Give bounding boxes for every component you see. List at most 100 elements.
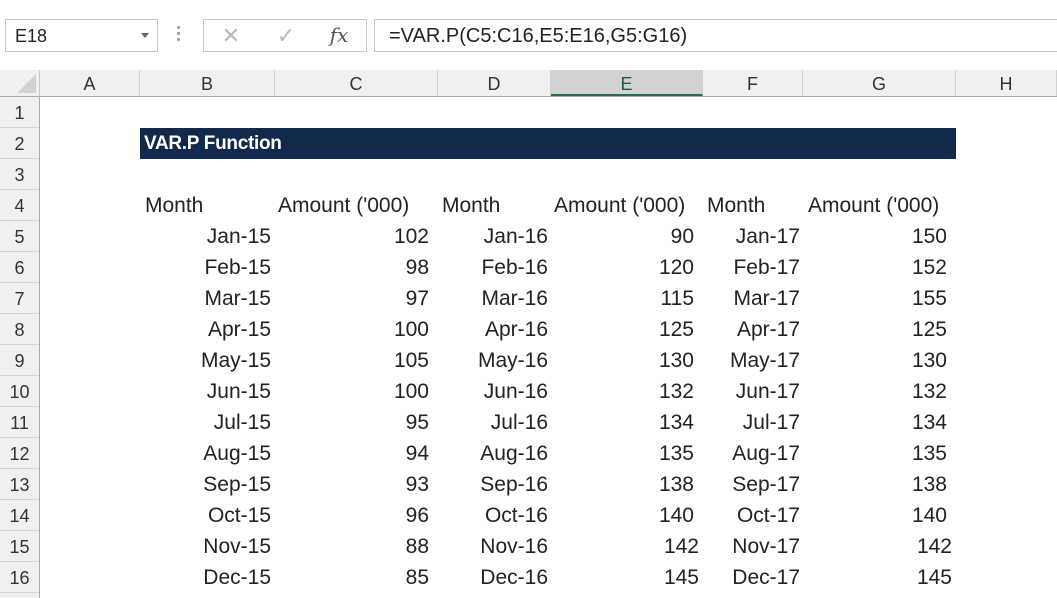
amount-cell-c6[interactable]: 98	[279, 252, 429, 283]
month-cell-d10[interactable]: Jun-16	[443, 376, 548, 407]
row-header-3[interactable]: 3	[0, 159, 39, 190]
month-cell-f7[interactable]: Mar-17	[708, 283, 800, 314]
month-cell-f15[interactable]: Nov-17	[708, 531, 800, 562]
column-header-a[interactable]: A	[40, 70, 140, 96]
amount-cell-g13[interactable]: 138	[809, 469, 947, 500]
month-cell-d7[interactable]: Mar-16	[443, 283, 548, 314]
month-cell-f9[interactable]: May-17	[708, 345, 800, 376]
header-amount-c[interactable]: Amount ('000)	[278, 190, 438, 221]
month-cell-b7[interactable]: Mar-15	[141, 283, 271, 314]
header-month-f[interactable]: Month	[707, 190, 803, 221]
select-all-button[interactable]	[0, 70, 40, 97]
month-cell-f16[interactable]: Dec-17	[708, 562, 800, 593]
month-cell-b16[interactable]: Dec-15	[141, 562, 271, 593]
amount-cell-g11[interactable]: 134	[809, 407, 947, 438]
header-amount-e[interactable]: Amount ('000)	[554, 190, 703, 221]
row-header-8[interactable]: 8	[0, 314, 39, 345]
month-cell-b11[interactable]: Jul-15	[141, 407, 271, 438]
amount-cell-g14[interactable]: 140	[809, 500, 947, 531]
row-header-15[interactable]: 15	[0, 531, 39, 562]
amount-cell-g10[interactable]: 132	[809, 376, 947, 407]
amount-cell-c14[interactable]: 96	[279, 500, 429, 531]
header-month-d[interactable]: Month	[442, 190, 551, 221]
month-cell-d9[interactable]: May-16	[443, 345, 548, 376]
amount-cell-c16[interactable]: 85	[279, 562, 429, 593]
insert-function-button[interactable]: fx	[317, 20, 361, 51]
cancel-icon[interactable]: ✕	[209, 20, 253, 51]
column-header-f[interactable]: F	[703, 70, 803, 96]
formula-input[interactable]: =VAR.P(C5:C16,E5:E16,G5:G16)	[374, 19, 1057, 52]
amount-cell-e9[interactable]: 130	[554, 345, 694, 376]
name-box[interactable]: E18	[5, 19, 158, 52]
header-amount-g[interactable]: Amount ('000)	[808, 190, 956, 221]
amount-cell-g5[interactable]: 150	[809, 221, 947, 252]
row-header-5[interactable]: 5	[0, 221, 39, 252]
row-header-11[interactable]: 11	[0, 407, 39, 438]
drag-handle-icon[interactable]	[177, 26, 181, 46]
amount-cell-e6[interactable]: 120	[554, 252, 694, 283]
month-cell-f10[interactable]: Jun-17	[708, 376, 800, 407]
row-header-2[interactable]: 2	[0, 128, 39, 159]
amount-cell-c9[interactable]: 105	[279, 345, 429, 376]
amount-cell-c15[interactable]: 88	[279, 531, 429, 562]
month-cell-d6[interactable]: Feb-16	[443, 252, 548, 283]
month-cell-f14[interactable]: Oct-17	[708, 500, 800, 531]
amount-cell-c12[interactable]: 94	[279, 438, 429, 469]
row-header-4[interactable]: 4	[0, 190, 39, 221]
amount-cell-g7[interactable]: 155	[809, 283, 947, 314]
month-cell-d16[interactable]: Dec-16	[443, 562, 548, 593]
amount-cell-c13[interactable]: 93	[279, 469, 429, 500]
month-cell-f13[interactable]: Sep-17	[708, 469, 800, 500]
amount-cell-c7[interactable]: 97	[279, 283, 429, 314]
amount-cell-e14[interactable]: 140	[554, 500, 694, 531]
row-header-12[interactable]: 12	[0, 438, 39, 469]
month-cell-f12[interactable]: Aug-17	[708, 438, 800, 469]
month-cell-b10[interactable]: Jun-15	[141, 376, 271, 407]
month-cell-b14[interactable]: Oct-15	[141, 500, 271, 531]
month-cell-d13[interactable]: Sep-16	[443, 469, 548, 500]
month-cell-b15[interactable]: Nov-15	[141, 531, 271, 562]
month-cell-f5[interactable]: Jan-17	[708, 221, 800, 252]
amount-cell-g8[interactable]: 125	[809, 314, 947, 345]
month-cell-b6[interactable]: Feb-15	[141, 252, 271, 283]
month-cell-d12[interactable]: Aug-16	[443, 438, 548, 469]
chevron-down-icon[interactable]	[141, 33, 149, 38]
row-header-9[interactable]: 9	[0, 345, 39, 376]
header-month-b[interactable]: Month	[145, 190, 275, 221]
amount-cell-e16[interactable]: 145	[559, 562, 699, 593]
amount-cell-g6[interactable]: 152	[809, 252, 947, 283]
month-cell-f8[interactable]: Apr-17	[708, 314, 800, 345]
amount-cell-g12[interactable]: 135	[809, 438, 947, 469]
amount-cell-e5[interactable]: 90	[554, 221, 694, 252]
title-cell[interactable]: VAR.P Function	[140, 128, 956, 159]
worksheet-grid[interactable]: VAR.P Function Month Amount ('000) Month…	[40, 97, 1057, 598]
amount-cell-e12[interactable]: 135	[554, 438, 694, 469]
column-header-c[interactable]: C	[275, 70, 438, 96]
amount-cell-e8[interactable]: 125	[554, 314, 694, 345]
column-header-d[interactable]: D	[438, 70, 551, 96]
amount-cell-g15[interactable]: 142	[814, 531, 952, 562]
column-header-g[interactable]: G	[803, 70, 956, 96]
amount-cell-g16[interactable]: 145	[814, 562, 952, 593]
row-header-16[interactable]: 16	[0, 562, 39, 593]
amount-cell-c10[interactable]: 100	[279, 376, 429, 407]
month-cell-d14[interactable]: Oct-16	[443, 500, 548, 531]
column-header-h[interactable]: H	[956, 70, 1057, 96]
amount-cell-g9[interactable]: 130	[809, 345, 947, 376]
row-header-7[interactable]: 7	[0, 283, 39, 314]
month-cell-b5[interactable]: Jan-15	[141, 221, 271, 252]
month-cell-d11[interactable]: Jul-16	[443, 407, 548, 438]
amount-cell-c5[interactable]: 102	[279, 221, 429, 252]
amount-cell-e10[interactable]: 132	[554, 376, 694, 407]
enter-icon[interactable]: ✓	[264, 20, 308, 51]
row-header-10[interactable]: 10	[0, 376, 39, 407]
month-cell-d15[interactable]: Nov-16	[443, 531, 548, 562]
amount-cell-c11[interactable]: 95	[279, 407, 429, 438]
month-cell-b12[interactable]: Aug-15	[141, 438, 271, 469]
column-header-b[interactable]: B	[140, 70, 275, 96]
row-header-13[interactable]: 13	[0, 469, 39, 500]
month-cell-f11[interactable]: Jul-17	[708, 407, 800, 438]
month-cell-f6[interactable]: Feb-17	[708, 252, 800, 283]
month-cell-b9[interactable]: May-15	[141, 345, 271, 376]
column-header-e[interactable]: E	[551, 70, 703, 96]
